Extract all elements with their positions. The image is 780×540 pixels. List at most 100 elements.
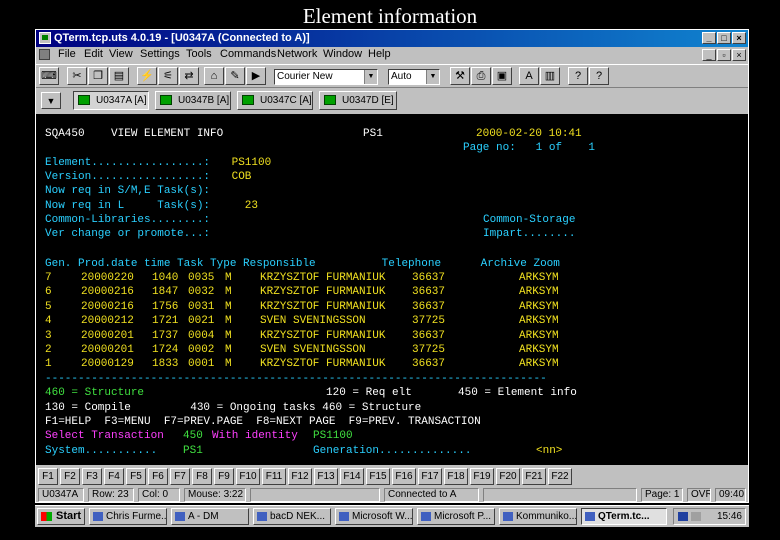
host-icon[interactable]: ⌂ (204, 67, 224, 85)
page-indicator: Page no: 1 of 1 (463, 142, 596, 154)
menu-tools[interactable]: Tools (186, 48, 212, 60)
fkey-f5[interactable]: F5 (126, 468, 146, 485)
fkey-f15[interactable]: F15 (366, 468, 390, 485)
play-icon[interactable]: ▶ (246, 67, 266, 85)
fkey-f19[interactable]: F19 (470, 468, 494, 485)
cell-archive: ARKSYM (519, 358, 559, 370)
menu-network[interactable]: Network (277, 48, 317, 60)
context-help-icon[interactable]: ? (589, 67, 609, 85)
taskbar-item[interactable]: Kommuniko... (499, 508, 577, 525)
fkey-f20[interactable]: F20 (496, 468, 520, 485)
print-icon[interactable]: ⎙ (471, 67, 491, 85)
status-row: Row: 23 (88, 488, 134, 502)
menu-edit[interactable]: Edit (84, 48, 103, 60)
status-clock: 09:40 (715, 488, 746, 502)
tray-clock: 15:46 (716, 511, 742, 522)
fkey-f14[interactable]: F14 (340, 468, 364, 485)
taskbar-item[interactable]: bacD NEK... (253, 508, 331, 525)
paste-icon[interactable]: ▤ (109, 67, 129, 85)
fkey-f13[interactable]: F13 (314, 468, 338, 485)
fkey-f1[interactable]: F1 (38, 468, 58, 485)
cell-gen: 1 (45, 358, 52, 370)
menu-file[interactable]: File (58, 48, 76, 60)
fkey-f11[interactable]: F11 (262, 468, 286, 485)
transaction-input[interactable]: 450 (183, 430, 203, 443)
fkey-f21[interactable]: F21 (522, 468, 546, 485)
menu-settings[interactable]: Settings (140, 48, 180, 60)
fkey-f17[interactable]: F17 (418, 468, 442, 485)
disconnect-icon[interactable]: ⚟ (158, 67, 178, 85)
session-tab-u0347b[interactable]: U0347B [A] (155, 91, 231, 110)
fkey-f2[interactable]: F2 (60, 468, 80, 485)
save-icon[interactable]: ▣ (492, 67, 512, 85)
mdi-close-button[interactable]: × (732, 49, 746, 61)
fkey-f4[interactable]: F4 (104, 468, 124, 485)
fkey-f22[interactable]: F22 (548, 468, 572, 485)
fkey-f6[interactable]: F6 (148, 468, 168, 485)
fkey-f3[interactable]: F3 (82, 468, 102, 485)
fkey-f8[interactable]: F8 (192, 468, 212, 485)
font-a-icon[interactable]: A (519, 67, 539, 85)
taskbar-item[interactable]: Microsoft W... (335, 508, 413, 525)
info-value-version: COB (225, 171, 252, 183)
menu-commands[interactable]: Commands (220, 48, 276, 60)
fkey-f18[interactable]: F18 (444, 468, 468, 485)
cell-telephone: 36637 (412, 286, 446, 298)
taskbar-item[interactable]: Chris Furme... (89, 508, 167, 525)
maximize-button[interactable]: □ (717, 32, 731, 44)
info-label-now-req-l: Now req in L Task(s): (45, 200, 211, 212)
mdi-minimize-button[interactable]: _ (702, 49, 716, 61)
fkey-f9[interactable]: F9 (214, 468, 234, 485)
document-system-icon[interactable] (39, 49, 50, 60)
menu-help[interactable]: Help (368, 48, 391, 60)
cell-responsible: SVEN SVENINGSSON (260, 315, 366, 327)
cell-task: 0004 (188, 330, 215, 342)
font-combo[interactable]: Courier New ▼ (274, 69, 378, 85)
mdi-restore-button[interactable]: ▫ (717, 49, 731, 61)
app-icon (257, 512, 267, 521)
volume-tray-icon[interactable] (691, 512, 701, 521)
session-dropdown-icon[interactable]: ▼ (41, 92, 61, 109)
identity-input[interactable]: PS1100 (313, 430, 353, 443)
cell-gen: 2 (45, 344, 52, 356)
session-tab-u0347a[interactable]: U0347A [A] (73, 91, 149, 110)
taskbar-item[interactable]: Microsoft P... (417, 508, 495, 525)
fkey-f12[interactable]: F12 (288, 468, 312, 485)
minimize-button[interactable]: _ (702, 32, 716, 44)
session-monitor-icon (160, 95, 172, 105)
session-toolbar: ▼ U0347A [A] U0347B [A] U0347C [A] U0347… (36, 89, 748, 113)
session-tab-u0347c[interactable]: U0347C [A] (237, 91, 313, 110)
help-icon[interactable]: ? (568, 67, 588, 85)
system-input[interactable]: PS1 (183, 445, 203, 458)
fkey-f16[interactable]: F16 (392, 468, 416, 485)
size-combo[interactable]: Auto ▼ (388, 69, 440, 85)
session-tab-u0347d[interactable]: U0347D [E] (319, 91, 397, 110)
fkey-f10[interactable]: F10 (236, 468, 260, 485)
title-bar[interactable]: QTerm.tcp.uts 4.0.19 - [U0347A (Connecte… (36, 30, 748, 47)
close-button[interactable]: × (732, 32, 746, 44)
transfer-icon[interactable]: ⇄ (179, 67, 199, 85)
menu-window[interactable]: Window (323, 48, 362, 60)
edit-icon[interactable]: ✎ (225, 67, 245, 85)
size-combo-value: Auto (391, 71, 412, 82)
terminal-screen[interactable]: SQA450 VIEW ELEMENT INFO PS1 2000-02-20 … (36, 114, 748, 465)
connect-icon[interactable]: ⚡ (137, 67, 157, 85)
system-tray: 15:46 (673, 508, 746, 525)
fkey-f7[interactable]: F7 (170, 468, 190, 485)
taskbar-item-label: Kommuniko... (516, 511, 577, 522)
app-icon[interactable] (39, 32, 51, 44)
taskbar-item[interactable]: A - DM (171, 508, 249, 525)
taskbar-item-qterm[interactable]: QTerm.tc... (581, 508, 667, 525)
menu-view[interactable]: View (109, 48, 133, 60)
font-combo-arrow-icon[interactable]: ▼ (364, 70, 377, 84)
size-combo-arrow-icon[interactable]: ▼ (426, 70, 439, 84)
network-tray-icon[interactable] (678, 512, 688, 521)
chart-icon[interactable]: ▥ (540, 67, 560, 85)
generation-input[interactable]: <nn> (536, 445, 562, 458)
keyboard-icon[interactable]: ⌨ (39, 67, 59, 85)
copy-icon[interactable]: ❐ (88, 67, 108, 85)
tools-icon[interactable]: ⚒ (450, 67, 470, 85)
with-identity-label: With identity (212, 430, 298, 442)
start-button[interactable]: Start (37, 508, 85, 525)
cut-icon[interactable]: ✂ (67, 67, 87, 85)
